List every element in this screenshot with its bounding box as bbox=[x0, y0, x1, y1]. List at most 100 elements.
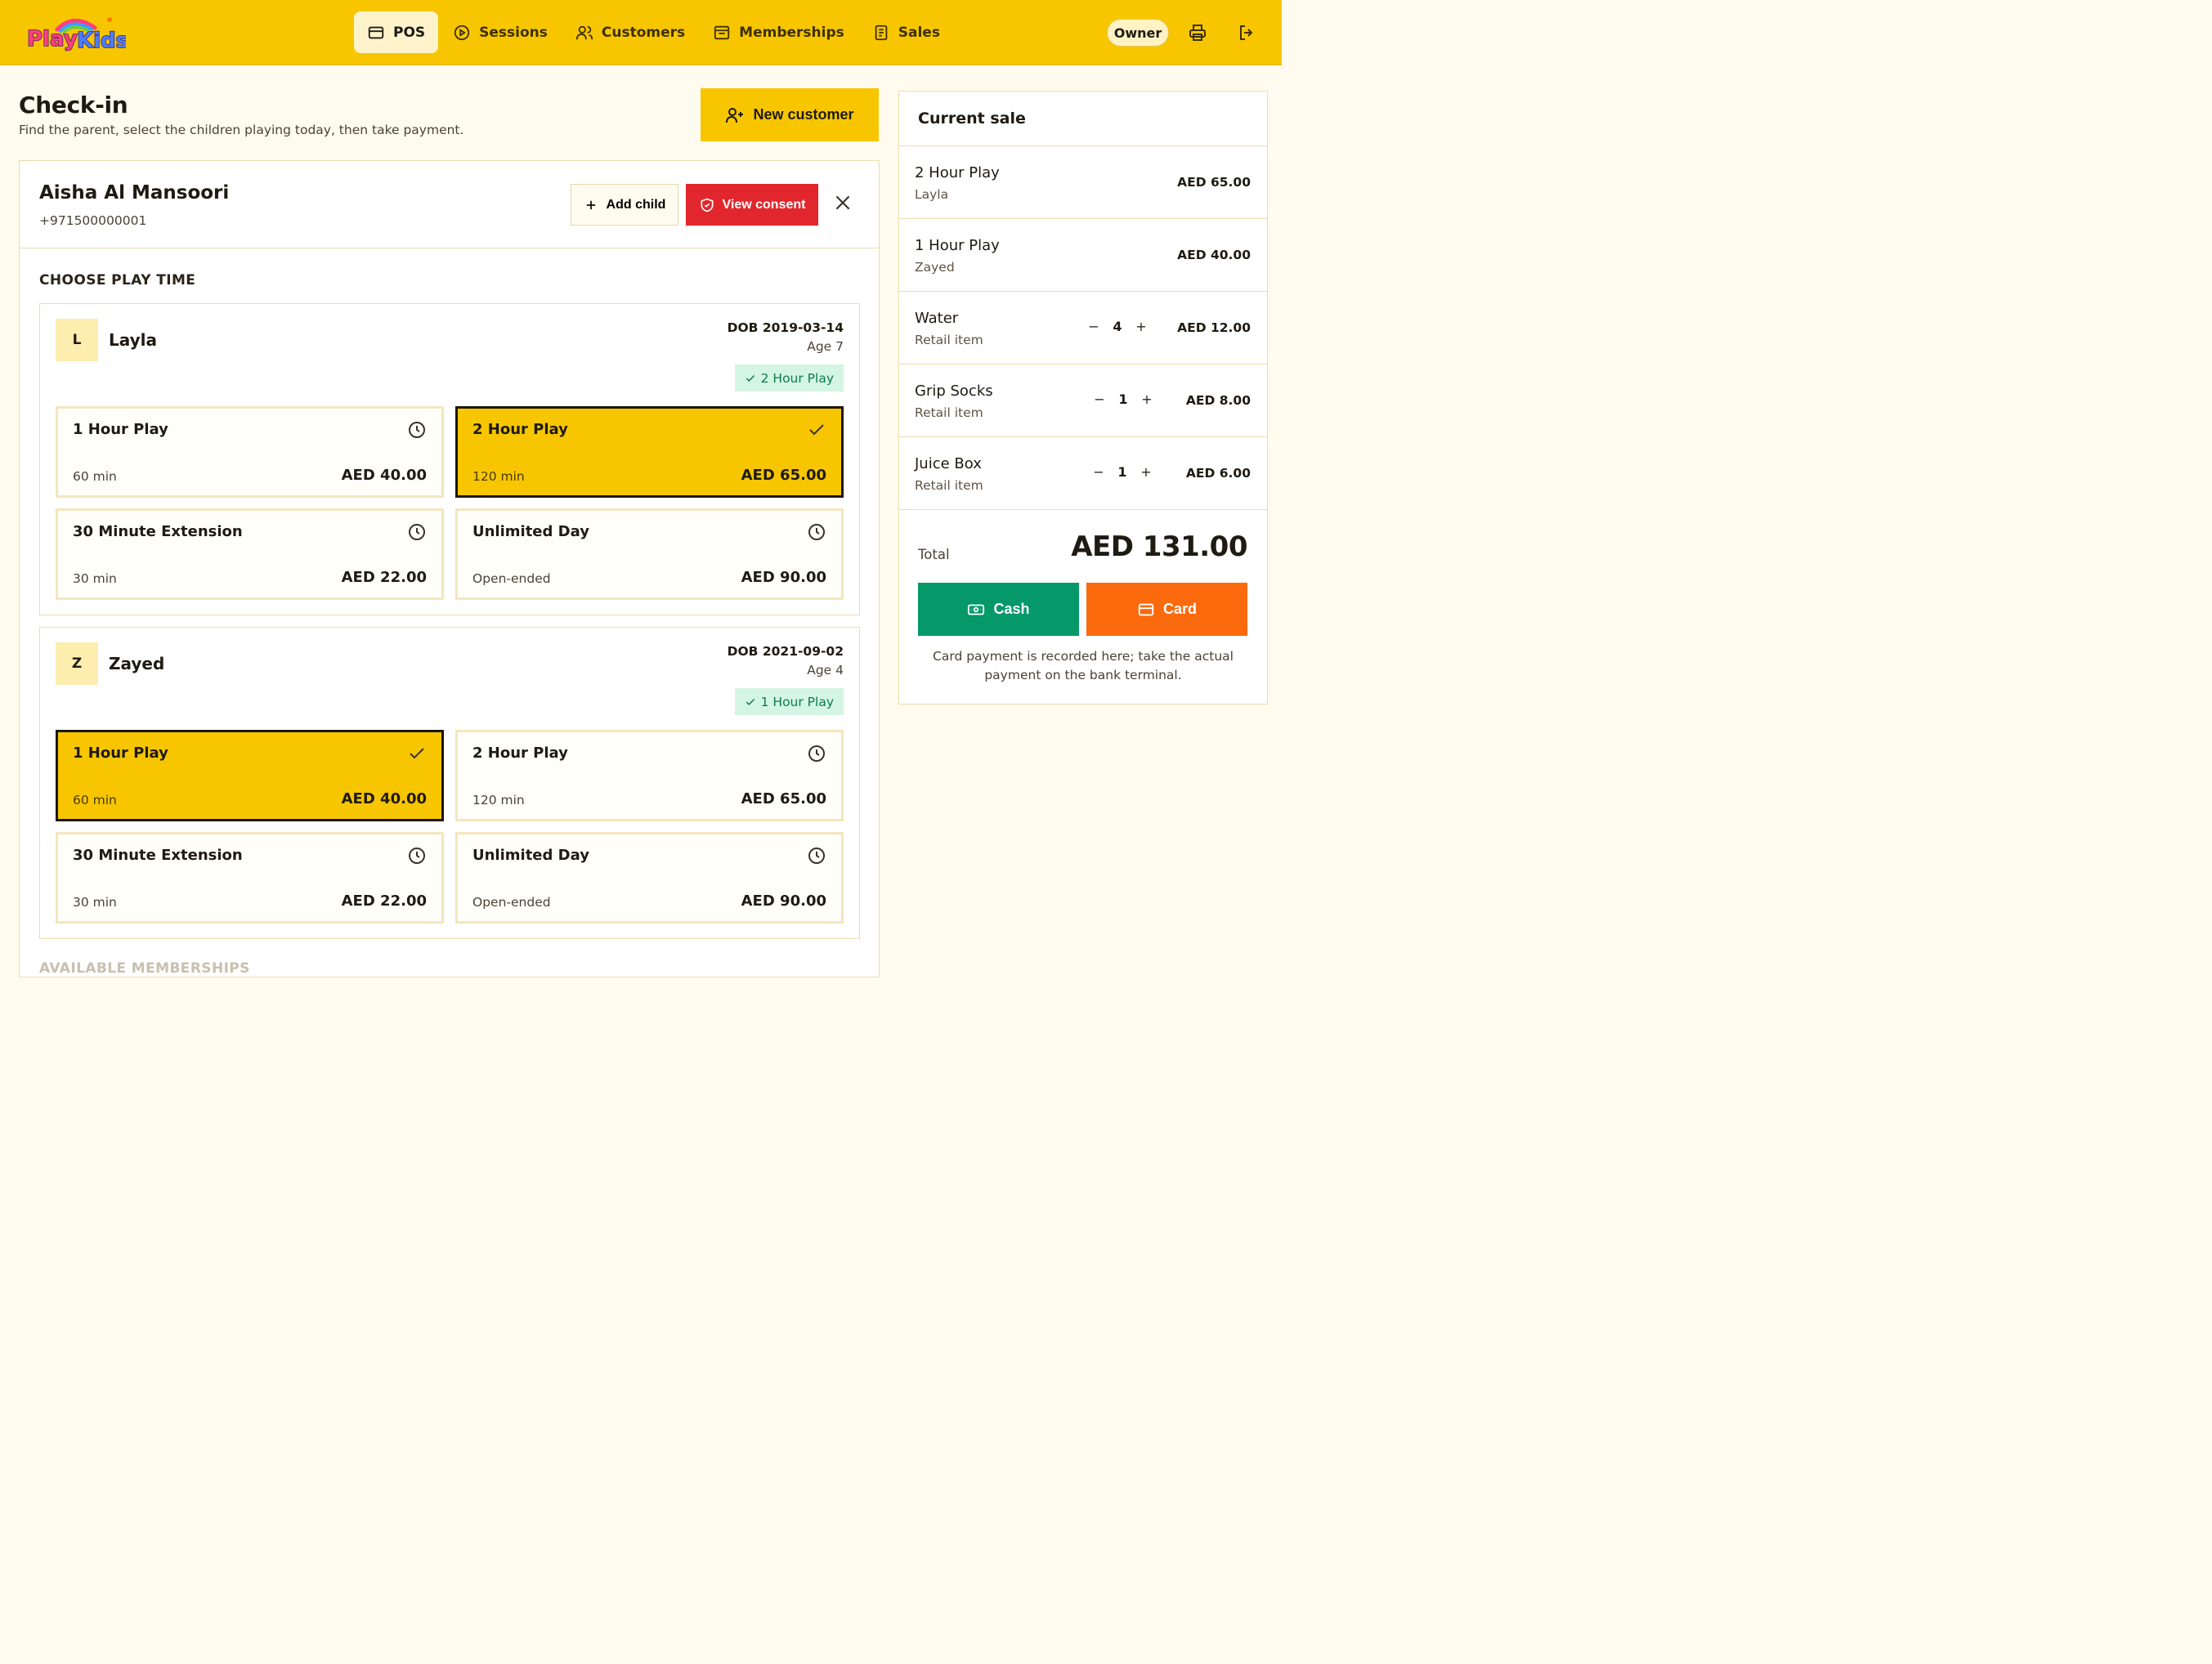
play-option[interactable]: 30 Minute Extension 30 min AED 22.00 bbox=[56, 832, 444, 924]
total-amount: AED 131.00 bbox=[1071, 530, 1247, 563]
quantity-stepper: − 4 + bbox=[1086, 319, 1149, 334]
users-icon bbox=[575, 25, 593, 39]
option-title: 30 Minute Extension bbox=[73, 523, 243, 540]
option-duration: 30 min bbox=[73, 571, 117, 586]
new-customer-button[interactable]: New customer bbox=[701, 88, 879, 141]
clock-icon bbox=[409, 848, 425, 864]
plus-icon bbox=[586, 200, 595, 209]
clock-icon bbox=[808, 745, 825, 762]
child-dob: DOB 2021-09-02 bbox=[727, 644, 844, 659]
sale-item-name: 1 Hour Play bbox=[915, 237, 1000, 254]
selected-plan-badge: 1 Hour Play bbox=[734, 688, 844, 715]
child-age: Age 4 bbox=[807, 663, 844, 678]
close-icon[interactable] bbox=[832, 192, 853, 213]
qty-value: 4 bbox=[1113, 319, 1122, 334]
sale-item-name: Juice Box bbox=[915, 455, 982, 472]
cash-button[interactable]: Cash bbox=[918, 583, 1079, 636]
nav-item-sales[interactable]: Sales bbox=[859, 11, 953, 53]
card-label: Card bbox=[1162, 601, 1197, 617]
printer-icon[interactable] bbox=[1188, 23, 1207, 42]
sale-item-sub: Retail item bbox=[915, 405, 983, 420]
playkids-logo[interactable]: Play Kids bbox=[25, 11, 126, 52]
child-avatar: L bbox=[56, 319, 98, 361]
sale-item-sub: Zayed bbox=[915, 260, 955, 275]
card-icon bbox=[1138, 603, 1154, 615]
option-price: AED 90.00 bbox=[741, 569, 826, 586]
option-duration: Open-ended bbox=[472, 571, 551, 586]
qty-increment-button[interactable]: + bbox=[1139, 391, 1155, 407]
option-price: AED 22.00 bbox=[341, 892, 427, 910]
play-option-selected[interactable]: 1 Hour Play 60 min AED 40.00 bbox=[56, 730, 444, 821]
option-duration: 120 min bbox=[472, 793, 525, 807]
child-name: Zayed bbox=[109, 654, 165, 673]
selected-plan-label: 2 Hour Play bbox=[760, 370, 834, 386]
role-badge[interactable]: Owner bbox=[1107, 19, 1169, 47]
nav-label: Sessions bbox=[479, 24, 548, 41]
qty-decrement-button[interactable]: − bbox=[1086, 319, 1102, 334]
option-duration: 60 min bbox=[73, 793, 117, 807]
qty-increment-button[interactable]: + bbox=[1138, 464, 1154, 480]
option-price: AED 40.00 bbox=[341, 790, 427, 807]
customer-name: Aisha Al Mansoori bbox=[39, 182, 230, 204]
child-avatar: Z bbox=[56, 642, 98, 685]
logout-icon[interactable] bbox=[1237, 23, 1256, 42]
option-price: AED 65.00 bbox=[741, 467, 826, 484]
page-title: Check-in bbox=[19, 92, 128, 119]
nav-item-sessions[interactable]: Sessions bbox=[440, 11, 561, 53]
view-consent-button[interactable]: View consent bbox=[686, 184, 818, 226]
qty-decrement-button[interactable]: − bbox=[1091, 391, 1108, 407]
sale-item-name: Water bbox=[915, 310, 959, 327]
play-option[interactable]: Unlimited Day Open-ended AED 90.00 bbox=[455, 508, 844, 600]
quantity-stepper: − 1 + bbox=[1091, 391, 1155, 407]
nav-label: Sales bbox=[898, 24, 940, 41]
option-duration: 120 min bbox=[472, 469, 525, 484]
play-option[interactable]: 2 Hour Play 120 min AED 65.00 bbox=[455, 730, 844, 821]
selected-plan-badge: 2 Hour Play bbox=[734, 365, 844, 391]
payment-note: Card payment is recorded here; take the … bbox=[933, 649, 1234, 682]
user-plus-icon bbox=[726, 107, 744, 123]
option-title: 30 Minute Extension bbox=[73, 847, 243, 864]
card-button[interactable]: Card bbox=[1086, 583, 1247, 636]
sale-item-name: Grip Socks bbox=[915, 382, 993, 400]
nav-label: Customers bbox=[601, 24, 686, 41]
main-nav: POS Sessions Customers Memberships Sales bbox=[354, 11, 955, 53]
play-option[interactable]: Unlimited Day Open-ended AED 90.00 bbox=[455, 832, 844, 924]
checkin-card: Aisha Al Mansoori +971500000001 Add chil… bbox=[19, 160, 880, 977]
qty-increment-button[interactable]: + bbox=[1133, 319, 1149, 334]
nav-label: Memberships bbox=[739, 24, 844, 41]
option-duration: 30 min bbox=[73, 895, 117, 910]
nav-item-customers[interactable]: Customers bbox=[562, 11, 698, 53]
option-price: AED 90.00 bbox=[741, 892, 826, 910]
check-icon bbox=[746, 374, 754, 382]
nav-item-memberships[interactable]: Memberships bbox=[700, 11, 857, 53]
nav-item-pos[interactable]: POS bbox=[354, 11, 439, 53]
play-option[interactable]: 30 Minute Extension 30 min AED 22.00 bbox=[56, 508, 444, 600]
option-title: 1 Hour Play bbox=[73, 421, 168, 438]
play-option[interactable]: 1 Hour Play 60 min AED 40.00 bbox=[56, 406, 444, 498]
quantity-stepper: − 1 + bbox=[1090, 464, 1154, 480]
check-icon bbox=[410, 748, 424, 759]
nav-label: POS bbox=[393, 24, 426, 41]
cash-icon bbox=[968, 604, 985, 615]
sale-item-name: 2 Hour Play bbox=[915, 164, 1000, 181]
qty-decrement-button[interactable]: − bbox=[1090, 464, 1107, 480]
check-icon bbox=[809, 424, 824, 436]
sale-line-item: Water Retail item − 4 + AED 12.00 bbox=[899, 292, 1267, 365]
customer-header: Aisha Al Mansoori +971500000001 Add chil… bbox=[20, 161, 879, 248]
add-child-button[interactable]: Add child bbox=[571, 184, 678, 226]
child-card-layla: L Layla DOB 2019-03-14 Age 7 2 Hour Play… bbox=[39, 303, 860, 615]
option-title: 1 Hour Play bbox=[73, 745, 168, 762]
sale-line-item: 2 Hour Play Layla AED 65.00 bbox=[899, 146, 1267, 219]
option-title: 2 Hour Play bbox=[472, 745, 568, 762]
play-circle-icon bbox=[454, 25, 470, 40]
selected-plan-label: 1 Hour Play bbox=[760, 694, 834, 709]
add-child-label: Add child bbox=[606, 197, 666, 212]
view-consent-label: View consent bbox=[722, 197, 806, 212]
sale-item-price: AED 12.00 bbox=[1177, 320, 1251, 335]
svg-text:Play: Play bbox=[27, 27, 78, 51]
page-subtitle: Find the parent, select the children pla… bbox=[19, 123, 464, 137]
option-title: 2 Hour Play bbox=[472, 421, 568, 438]
option-duration: Open-ended bbox=[472, 895, 551, 910]
play-option-selected[interactable]: 2 Hour Play 120 min AED 65.00 bbox=[455, 406, 844, 498]
child-card-zayed: Z Zayed DOB 2021-09-02 Age 4 1 Hour Play… bbox=[39, 627, 860, 939]
